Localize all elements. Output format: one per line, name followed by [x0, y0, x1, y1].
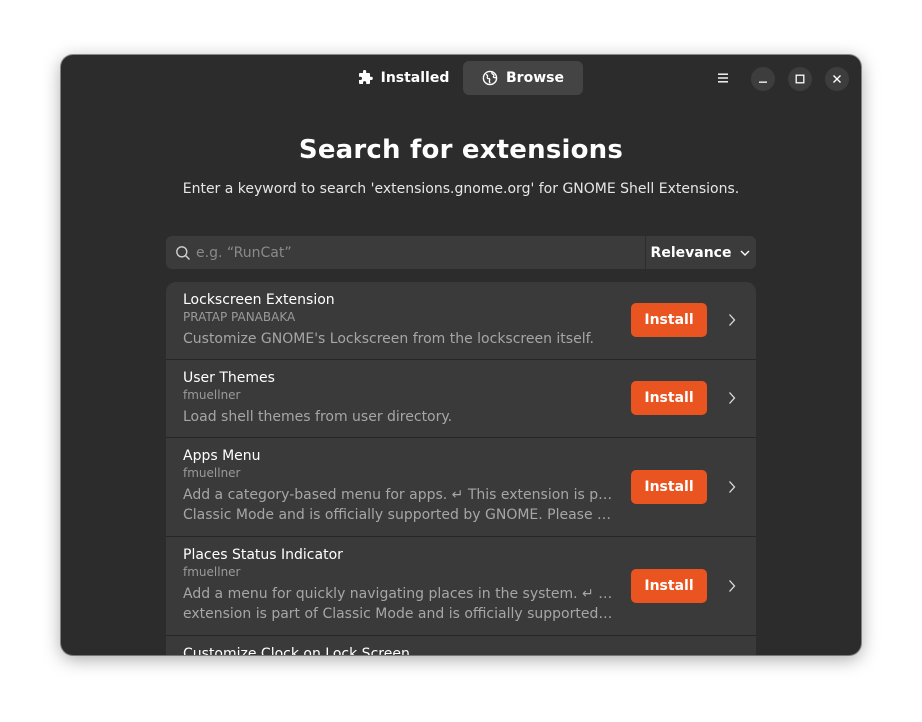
extension-author: fmuellner: [183, 388, 241, 402]
maximize-button[interactable]: [788, 67, 812, 91]
tab-browse[interactable]: Browse: [463, 61, 583, 95]
chevron-right-icon[interactable]: [725, 390, 739, 406]
install-button[interactable]: Install: [631, 303, 707, 337]
search-input[interactable]: [196, 236, 636, 269]
extension-name: Customize Clock on Lock Screen: [183, 646, 410, 655]
tab-installed[interactable]: Installed: [343, 61, 463, 95]
minimize-button[interactable]: [751, 67, 775, 91]
install-button[interactable]: Install: [631, 569, 707, 603]
description-line: Load shell themes from user directory.: [183, 409, 453, 425]
tab-browse-label: Browse: [506, 70, 564, 86]
close-icon: [833, 75, 841, 83]
extension-description: Add a category-based menu for apps. ↵ Th…: [183, 485, 615, 525]
page-subtitle: Enter a keyword to search 'extensions.gn…: [182, 181, 740, 197]
sort-label: Relevance: [650, 244, 732, 261]
chevron-right-icon[interactable]: [725, 312, 739, 328]
extension-name: Apps Menu: [183, 448, 261, 464]
extension-author: fmuellner: [183, 565, 241, 579]
install-button[interactable]: Install: [631, 381, 707, 415]
close-button[interactable]: [825, 67, 849, 91]
search-bar: Relevance: [166, 236, 756, 269]
extension-name: Places Status Indicator: [183, 547, 343, 563]
menu-button[interactable]: [712, 67, 734, 89]
description-line: extension is part of Classic Mode and is…: [183, 606, 615, 622]
extension-description: Load shell themes from user directory.: [183, 407, 615, 427]
extension-author: fmuellner: [183, 466, 241, 480]
description-line: Add a category-based menu for apps. ↵ Th…: [183, 487, 615, 503]
install-button[interactable]: Install: [631, 470, 707, 504]
chevron-down-icon: [739, 247, 751, 259]
list-item[interactable]: Lockscreen Extension PRATAP PANABAKA Cus…: [166, 282, 756, 360]
page-title: Search for extensions: [298, 135, 624, 165]
extension-author: PRATAP PANABAKA: [183, 310, 296, 324]
maximize-icon: [795, 74, 805, 84]
tab-installed-label: Installed: [380, 70, 450, 86]
globe-icon: [482, 70, 498, 86]
minimize-icon: [759, 81, 767, 83]
description-line: Customize GNOME's Lockscreen from the lo…: [183, 331, 594, 347]
list-item[interactable]: Customize Clock on Lock Screen: [166, 636, 756, 655]
extension-name: User Themes: [183, 370, 275, 386]
extension-name: Lockscreen Extension: [183, 292, 335, 308]
chevron-right-icon[interactable]: [725, 479, 739, 495]
description-line: Classic Mode and is officially supported…: [183, 507, 615, 523]
extension-list: Lockscreen Extension PRATAP PANABAKA Cus…: [166, 282, 756, 655]
sort-dropdown[interactable]: Relevance: [646, 236, 756, 269]
menu-icon: [718, 73, 728, 83]
extension-manager-window: Installed Browse Search for extensions E…: [61, 55, 861, 655]
puzzle-icon: [357, 70, 373, 86]
chevron-right-icon[interactable]: [725, 578, 739, 594]
extension-description: Add a menu for quickly navigating places…: [183, 584, 615, 624]
list-item[interactable]: Places Status Indicator fmuellner Add a …: [166, 537, 756, 636]
extension-description: Customize GNOME's Lockscreen from the lo…: [183, 329, 615, 349]
description-line: Add a menu for quickly navigating places…: [183, 586, 615, 602]
header-bar: Installed Browse: [61, 55, 861, 101]
list-item[interactable]: User Themes fmuellner Load shell themes …: [166, 360, 756, 438]
search-icon: [175, 245, 191, 261]
list-item[interactable]: Apps Menu fmuellner Add a category-based…: [166, 438, 756, 537]
